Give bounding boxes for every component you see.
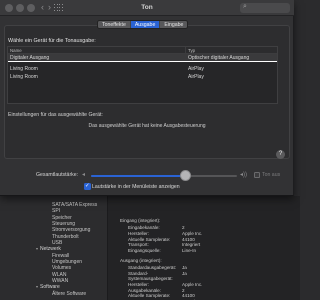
search-field[interactable]: ⌕ [240,3,290,13]
tree-item-label: Software [40,284,60,291]
output-device-heading: Wähle ein Gerät für die Tonausgabe: [8,38,96,44]
tree-item-label: WWAN [52,278,69,285]
tree-item[interactable]: Ältere Software [52,291,110,297]
table-row[interactable]: Digitaler Ausgang Optischer digitaler Au… [8,54,277,62]
hardware-tree: SATA/SATA Express SPI Speicher Steuerung Str… [36,202,110,297]
search-icon: ⌕ [243,3,247,10]
tree-item-label: SPI [52,208,61,215]
no-output-controls-message: Das ausgewählte Gerät hat keine Ausgabes… [88,123,206,129]
tree-item-label: USB [52,240,63,247]
device-type: AirPlay [188,66,204,72]
column-header-type[interactable]: Typ [186,47,195,53]
audio-detail-pane: Eingang (integriert): Eingabekanäle: 2 Hers… [120,218,295,300]
detail-key: Eingangsquelle: [128,248,161,254]
device-settings-heading: Einstellungen für das ausgewählte Gerät: [8,112,103,118]
mute-checkbox[interactable] [254,172,260,178]
table-header: Name Typ [8,47,277,54]
tab-bar: Toneffekte Ausgabe Eingabe [97,20,189,29]
speaker-low-icon: ◂ [82,172,86,178]
tab-eingabe[interactable]: Eingabe [160,21,187,28]
tree-item-label: Volumes [52,265,72,272]
output-volume-label: Gesamtlautstärke: [36,172,79,178]
device-type: Optischer digitaler Ausgang [188,55,250,61]
sound-preferences-window: ‹ › Ton ⌕ Toneffekte Ausgabe Eingabe Wäh… [0,0,294,196]
device-type: AirPlay [188,74,204,80]
tree-item-label: Umgebungen [52,259,83,266]
device-name: Digitaler Ausgang [10,55,50,61]
tree-item-label: Speicher [52,214,72,221]
detail-row: Eingangsquelle: Line-In [120,248,295,254]
detail-value: Line-In [182,248,197,254]
tree-item-label: Steuerung [52,221,76,228]
output-device-table[interactable]: Name Typ Digitaler Ausgang Optischer dig… [7,46,278,104]
tab-ausgabe[interactable]: Ausgabe [130,21,161,28]
output-volume-knob[interactable] [180,170,192,181]
tree-item-label: WLAN [52,271,67,278]
device-name: Living Room [10,74,38,80]
title-bar: ‹ › Ton ⌕ [0,0,294,16]
tree-item-label: Stromversorgung [52,227,91,234]
output-volume-fill [91,174,186,177]
tab-toneffekte[interactable]: Toneffekte [98,21,131,28]
tree-item-label: Ältere Software [52,290,87,297]
speaker-high-icon: ◂)) [240,172,248,178]
detail-heading: Ausgang (integriert): [120,257,162,263]
table-row[interactable]: Living Room AirPlay [8,65,277,73]
show-volume-in-menubar-label: Lautstärke in der Menüleiste anzeigen [92,183,180,190]
device-name: Living Room [10,66,38,72]
tree-item-label: Thunderbolt [52,233,79,240]
mute-label: Ton aus [262,172,281,178]
tree-item-label: Netzwerk [40,246,61,253]
table-row[interactable]: Living Room AirPlay [8,73,277,81]
detail-key: Standard-Systemausgabegerät: [128,270,173,282]
column-header-name[interactable]: Name [8,47,186,53]
tree-item-label: Firewall [52,252,70,259]
tree-item-label: SATA/SATA Express [52,202,98,208]
help-button[interactable]: ? [276,150,285,159]
detail-row: Standard-Systemausgabegerät: Ja [120,271,295,282]
show-volume-in-menubar-checkbox[interactable]: ✓ [84,183,91,190]
detail-heading: Eingang (integriert): [120,218,161,223]
detail-value: Ja [182,270,187,276]
